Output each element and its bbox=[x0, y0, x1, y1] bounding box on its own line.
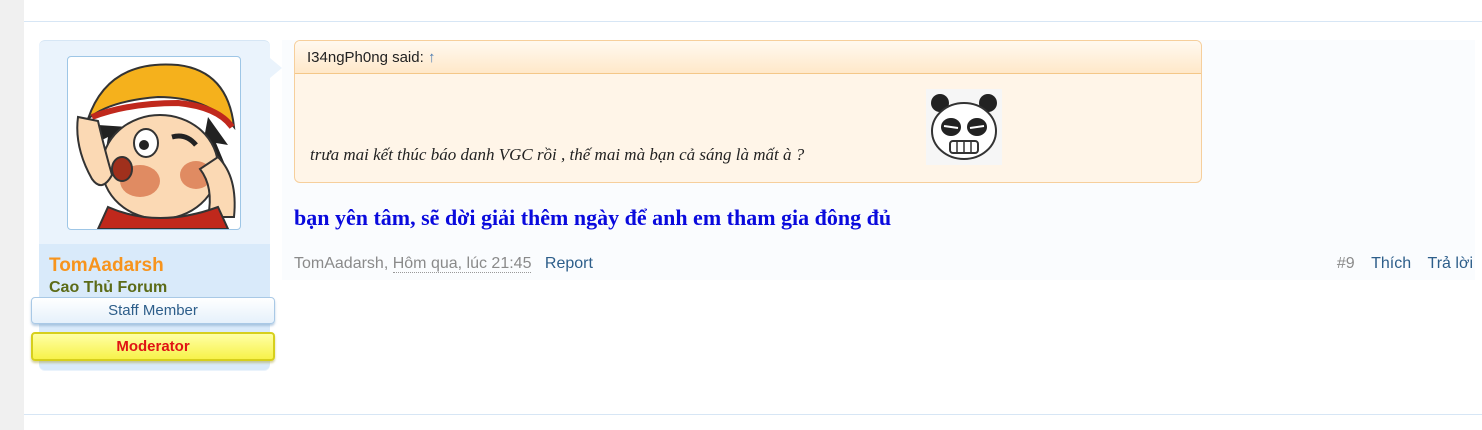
avatar-luffy-image bbox=[76, 63, 236, 229]
avatar[interactable] bbox=[67, 56, 241, 230]
post-date-link[interactable]: Hôm qua, lúc 21:45 bbox=[392, 255, 532, 273]
quote-text: trưa mai kết thúc báo danh VGC rồi , thế… bbox=[310, 145, 805, 164]
page-gutter bbox=[0, 0, 24, 430]
moderator-badge: Moderator bbox=[31, 332, 275, 361]
panda-emoticon-icon bbox=[931, 94, 997, 160]
panda-emoticon bbox=[926, 89, 1002, 165]
quote-author: I34ngPh0ng said: bbox=[307, 49, 424, 66]
reply-link[interactable]: Trả lời bbox=[1428, 255, 1473, 272]
quote-header: I34ngPh0ng said: ↑ bbox=[295, 41, 1201, 74]
like-link[interactable]: Thích bbox=[1371, 255, 1411, 272]
post-number-link[interactable]: #9 bbox=[1337, 255, 1355, 272]
username-link[interactable]: TomAadarsh bbox=[49, 255, 164, 277]
post-author-link[interactable]: TomAadarsh, bbox=[294, 255, 388, 272]
quote-jump-arrow-icon[interactable]: ↑ bbox=[428, 49, 436, 66]
staff-member-badge: Staff Member bbox=[31, 297, 275, 324]
post-meta: TomAadarsh, Hôm qua, lúc 21:45 Report bbox=[294, 255, 593, 273]
post-divider-top bbox=[24, 21, 1482, 22]
report-link[interactable]: Report bbox=[545, 255, 593, 272]
quote-block: I34ngPh0ng said: ↑ trưa mai kết thúc báo… bbox=[294, 40, 1202, 183]
post-message-text: bạn yên tâm, sẽ dời giải thêm ngày để an… bbox=[294, 205, 892, 230]
user-title: Cao Thủ Forum bbox=[49, 279, 168, 296]
post-divider-bottom bbox=[24, 414, 1482, 415]
post-controls: #9 Thích Trả lời bbox=[1337, 255, 1473, 273]
user-panel-pointer bbox=[270, 58, 282, 78]
